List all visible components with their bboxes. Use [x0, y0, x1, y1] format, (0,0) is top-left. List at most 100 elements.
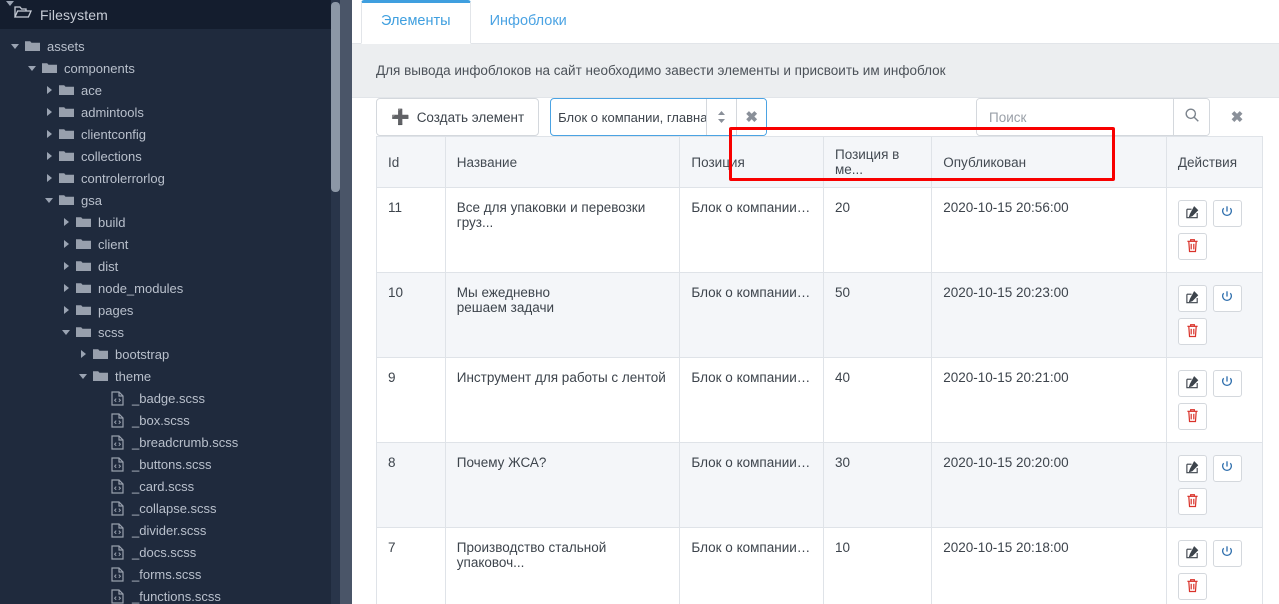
- search-clear-button[interactable]: ✖: [1219, 98, 1255, 136]
- info-notice: Для вывода инфоблоков на сайт необходимо…: [352, 44, 1279, 98]
- caret-right-icon[interactable]: [59, 240, 73, 248]
- tree-item-bootstrap[interactable]: bootstrap: [0, 343, 352, 365]
- table-row[interactable]: 10 Мы ежедневно решаем задачи Блок о компан…: [376, 272, 1264, 358]
- tab-infoblocks[interactable]: Инфоблоки: [471, 1, 586, 43]
- tree-item--breadcrumb-scss[interactable]: _breadcrumb.scss: [0, 431, 352, 453]
- table-row[interactable]: 7 Производство стальной упаковоч... Блок о…: [376, 527, 1264, 604]
- caret-right-icon[interactable]: [59, 306, 73, 314]
- edit-row-button[interactable]: [1177, 285, 1207, 312]
- tree-item-gsa[interactable]: gsa: [0, 189, 352, 211]
- delete-row-button[interactable]: [1177, 318, 1207, 345]
- tree-item-label: pages: [98, 302, 134, 318]
- tree-item-node-modules[interactable]: node_modules: [0, 277, 352, 299]
- column-header[interactable]: Позиция в ме...: [823, 136, 933, 188]
- tree-item-clientconfig[interactable]: clientconfig: [0, 123, 352, 145]
- toggle-publish-button[interactable]: [1212, 455, 1242, 482]
- tree-item-theme[interactable]: theme: [0, 365, 352, 387]
- tree-item--functions-scss[interactable]: _functions.scss: [0, 585, 352, 604]
- table-row[interactable]: 8 Почему ЖСА? Блок о компании, ... 30 2020-1…: [376, 442, 1264, 528]
- column-header[interactable]: Id: [376, 136, 446, 188]
- tree-item-components[interactable]: components: [0, 57, 352, 79]
- cell-actions: [1166, 357, 1264, 443]
- tree-item--collapse-scss[interactable]: _collapse.scss: [0, 497, 352, 519]
- toggle-publish-button[interactable]: [1212, 285, 1242, 312]
- tab-elements[interactable]: Элементы: [361, 0, 471, 44]
- folder-icon: [56, 194, 76, 206]
- caret-right-icon[interactable]: [76, 350, 90, 358]
- edit-row-button[interactable]: [1177, 455, 1207, 482]
- delete-row-button[interactable]: [1177, 403, 1207, 430]
- tree-item-dist[interactable]: dist: [0, 255, 352, 277]
- tree-item--card-scss[interactable]: _card.scss: [0, 475, 352, 497]
- tree-item--docs-scss[interactable]: _docs.scss: [0, 541, 352, 563]
- tree-item-admintools[interactable]: admintools: [0, 101, 352, 123]
- tree-item-label: ace: [81, 82, 102, 98]
- tree-item--box-scss[interactable]: _box.scss: [0, 409, 352, 431]
- power-toggle-icon: [1220, 375, 1234, 392]
- sidebar-scrollbar-thumb[interactable]: [331, 2, 340, 192]
- tree-item-assets[interactable]: assets: [0, 35, 352, 57]
- column-header[interactable]: Опубликован: [931, 136, 1167, 188]
- tree-item-build[interactable]: build: [0, 211, 352, 233]
- caret-right-icon[interactable]: [42, 130, 56, 138]
- sidebar-scrollbar-track[interactable]: [331, 0, 340, 604]
- caret-right-icon[interactable]: [42, 86, 56, 94]
- table-body: 11 Все для упаковки и перевозки груз... Бл…: [376, 187, 1264, 604]
- tree-item--buttons-scss[interactable]: _buttons.scss: [0, 453, 352, 475]
- cell-id: 9: [376, 357, 446, 443]
- table-row[interactable]: 11 Все для упаковки и перевозки груз... Бл…: [376, 187, 1264, 273]
- folder-icon: [90, 348, 110, 360]
- toggle-publish-button[interactable]: [1212, 200, 1242, 227]
- caret-right-icon[interactable]: [42, 174, 56, 182]
- toggle-publish-button[interactable]: [1212, 370, 1242, 397]
- tree-item-controlerrorlog[interactable]: controlerrorlog: [0, 167, 352, 189]
- caret-right-icon[interactable]: [59, 262, 73, 270]
- cell-position-in-menu: 40: [823, 357, 933, 443]
- caret-down-icon[interactable]: [25, 65, 39, 71]
- edit-row-button[interactable]: [1177, 200, 1207, 227]
- search-box[interactable]: [976, 98, 1210, 136]
- column-header[interactable]: Действия: [1166, 136, 1264, 188]
- filesystem-header[interactable]: Filesystem: [0, 0, 352, 29]
- search-button[interactable]: [1173, 99, 1209, 135]
- caret-down-icon[interactable]: [76, 373, 90, 379]
- caret-right-icon[interactable]: [42, 152, 56, 160]
- power-toggle-icon: [1220, 545, 1234, 562]
- tree-item--divider-scss[interactable]: _divider.scss: [0, 519, 352, 541]
- tree-item-client[interactable]: client: [0, 233, 352, 255]
- caret-down-icon[interactable]: [59, 329, 73, 335]
- main-panel: Элементы Инфоблоки Для вывода инфоблоков …: [352, 0, 1279, 604]
- stepper-up-down-icon[interactable]: [706, 99, 737, 135]
- caret-right-icon[interactable]: [59, 218, 73, 226]
- caret-down-icon[interactable]: [8, 43, 22, 49]
- column-header[interactable]: Позиция: [679, 136, 825, 188]
- create-element-button[interactable]: ➕ Создать элемент: [376, 98, 540, 136]
- caret-right-icon[interactable]: [42, 108, 56, 116]
- tree-item-scss[interactable]: scss: [0, 321, 352, 343]
- edit-row-button[interactable]: [1177, 540, 1207, 567]
- edit-row-button[interactable]: [1177, 370, 1207, 397]
- toggle-publish-button[interactable]: [1212, 540, 1242, 567]
- delete-row-button[interactable]: [1177, 573, 1207, 600]
- infoblock-select-value[interactable]: Блок о компании, главна: [551, 99, 706, 135]
- caret-down-icon[interactable]: [42, 197, 56, 203]
- file-code-icon: [107, 456, 127, 472]
- delete-row-button[interactable]: [1177, 488, 1207, 515]
- tree-item--badge-scss[interactable]: _badge.scss: [0, 387, 352, 409]
- tree-item-pages[interactable]: pages: [0, 299, 352, 321]
- table-row[interactable]: 9 Инструмент для работы с лентой Блок о ко…: [376, 357, 1264, 443]
- delete-row-button[interactable]: [1177, 233, 1207, 260]
- file-code-icon: [107, 390, 127, 406]
- search-input[interactable]: [977, 99, 1173, 135]
- infoblock-clear-button[interactable]: ✖: [736, 99, 767, 135]
- tree-item-ace[interactable]: ace: [0, 79, 352, 101]
- column-header[interactable]: Название: [445, 136, 681, 188]
- caret-down-icon[interactable]: [6, 0, 14, 24]
- caret-right-icon[interactable]: [59, 284, 73, 292]
- cell-name: Почему ЖСА?: [445, 442, 681, 528]
- tree-item--forms-scss[interactable]: _forms.scss: [0, 563, 352, 585]
- tree-item-collections[interactable]: collections: [0, 145, 352, 167]
- edit-pencil-icon: [1185, 375, 1200, 393]
- cell-position: Блок о компании, ...: [679, 272, 825, 358]
- infoblock-select[interactable]: Блок о компании, главна ✖: [550, 98, 768, 136]
